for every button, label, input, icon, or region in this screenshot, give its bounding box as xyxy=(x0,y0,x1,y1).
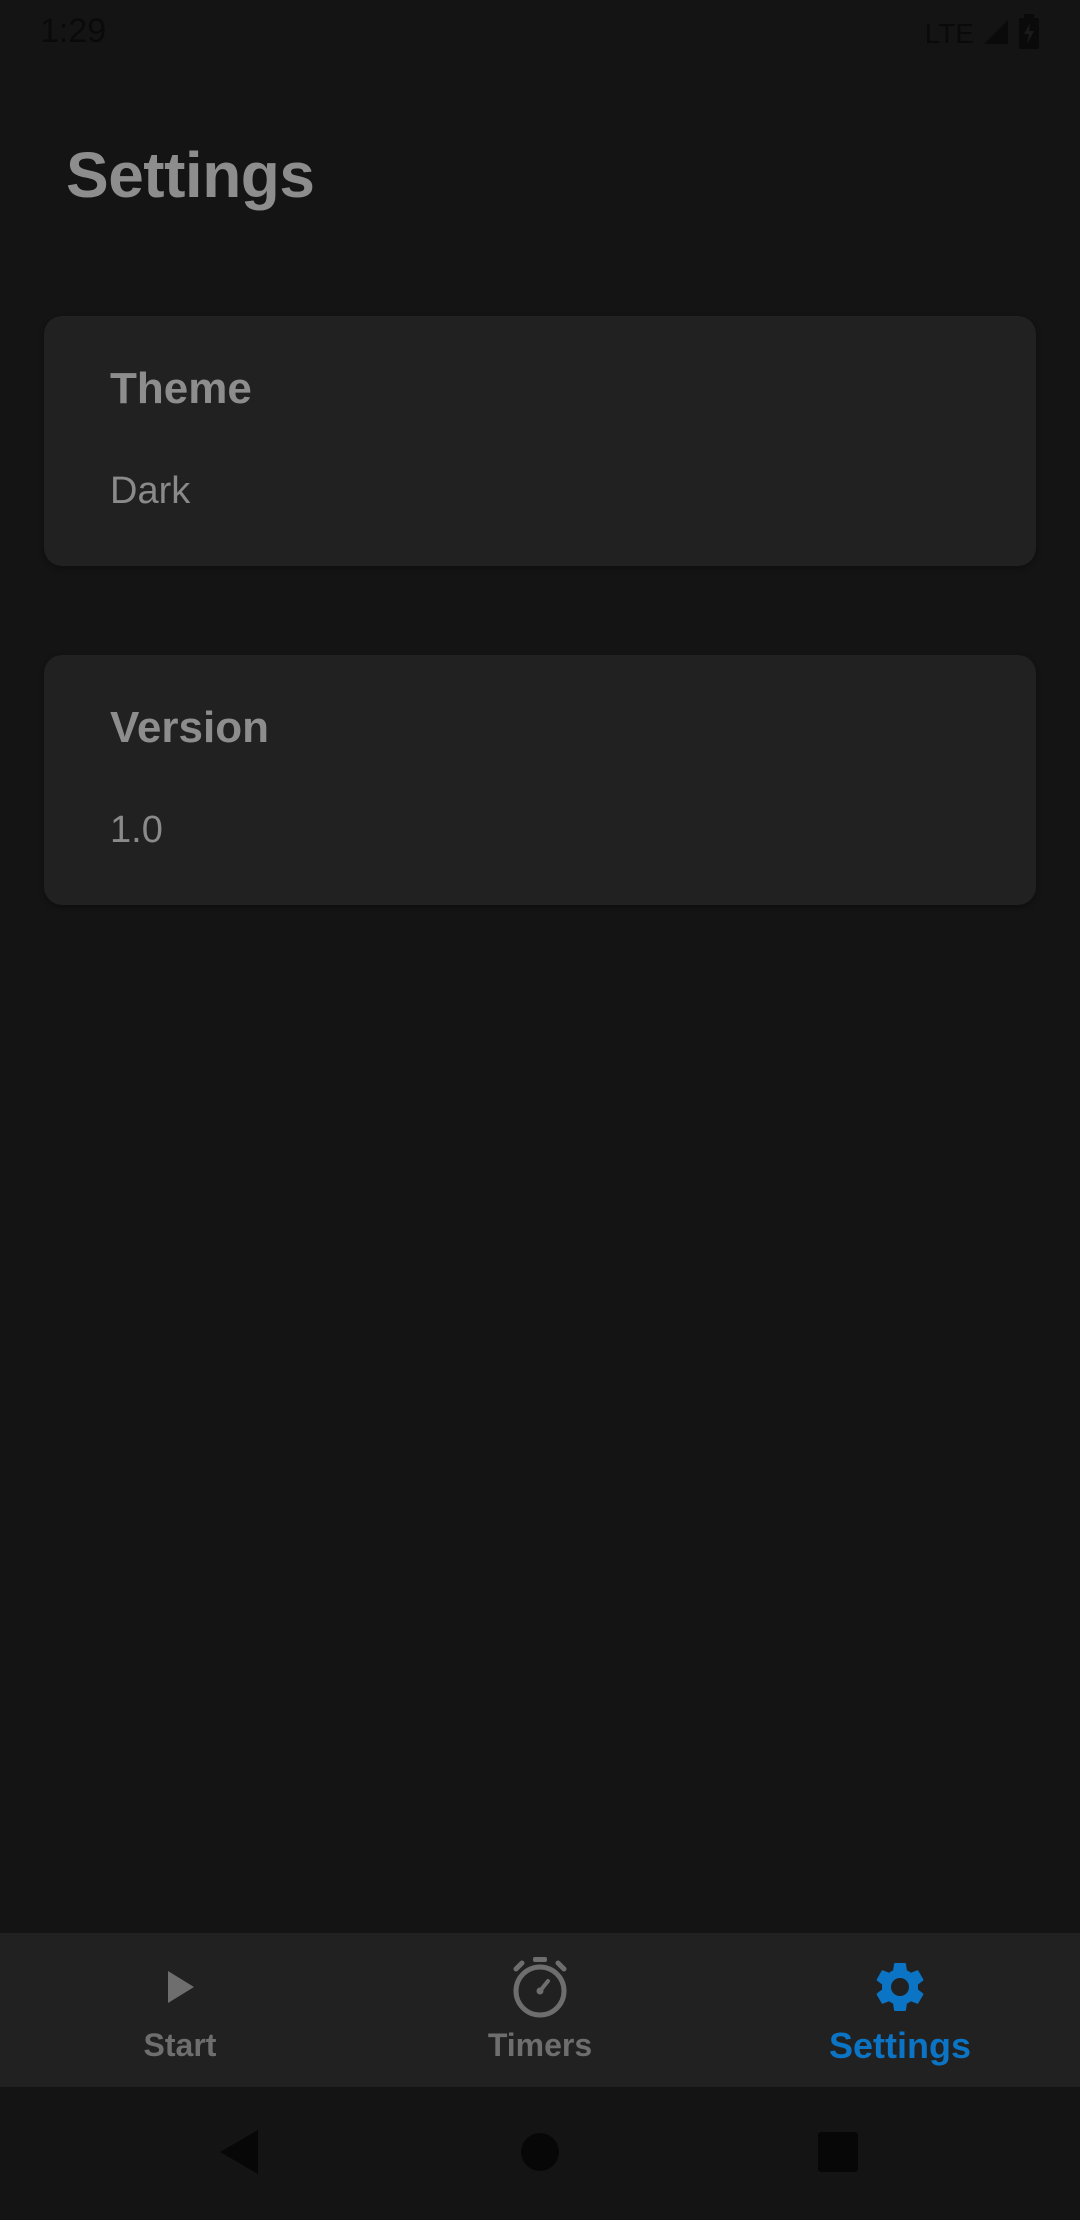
battery-icon xyxy=(1018,14,1040,54)
version-card[interactable]: Version 1.0 xyxy=(44,655,1036,905)
nav-item-timers[interactable]: Timers xyxy=(360,1933,720,2087)
status-bar: 1:29 LTE xyxy=(0,0,1080,64)
network-type: LTE xyxy=(924,18,974,49)
nav-item-start[interactable]: Start xyxy=(0,1933,360,2087)
recents-icon xyxy=(817,2131,859,2177)
home-button[interactable] xyxy=(470,2087,610,2220)
status-icons: LTE xyxy=(925,14,1040,54)
version-title: Version xyxy=(110,703,269,752)
nav-label-timers: Timers xyxy=(487,2027,593,2063)
theme-card[interactable]: Theme Dark xyxy=(44,316,1036,566)
gear-icon xyxy=(868,1955,932,2019)
play-icon xyxy=(148,1955,212,2019)
back-button[interactable] xyxy=(170,2087,310,2220)
nav-label-settings: Settings xyxy=(828,2025,971,2066)
nav-label-start: Start xyxy=(143,2027,217,2063)
stopwatch-icon xyxy=(508,1955,572,2019)
home-icon xyxy=(520,2132,560,2176)
page-title: Settings xyxy=(66,139,315,211)
recents-button[interactable] xyxy=(768,2087,908,2220)
system-nav-bar xyxy=(0,2087,1080,2220)
theme-title: Theme xyxy=(110,364,252,413)
theme-value: Dark xyxy=(110,470,191,512)
bottom-nav: Start Timers Settings xyxy=(0,1933,1080,2087)
version-value: 1.0 xyxy=(110,809,163,851)
signal-icon xyxy=(982,18,1010,50)
status-time: 1:29 xyxy=(40,12,107,50)
nav-item-settings[interactable]: Settings xyxy=(720,1933,1080,2087)
back-icon xyxy=(218,2128,262,2180)
